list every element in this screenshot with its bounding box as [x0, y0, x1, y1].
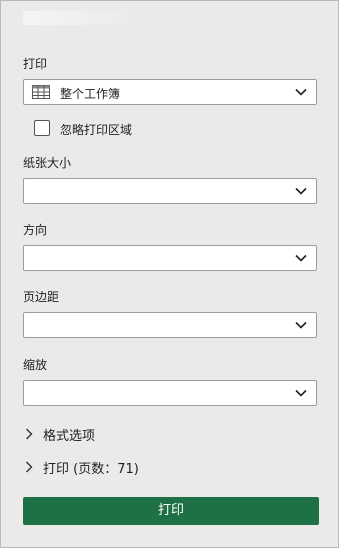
paper-size-dropdown[interactable]: [23, 178, 317, 204]
print-what-value: 整个工作簿: [60, 87, 121, 101]
table-grid-icon: [32, 85, 50, 99]
ignore-print-area-label: 忽略打印区域: [60, 123, 133, 137]
chevron-down-icon: [295, 321, 307, 329]
ignore-print-area-checkbox[interactable]: [34, 120, 50, 136]
chevron-down-icon: [295, 187, 307, 195]
orientation-label: 方向: [23, 223, 48, 237]
chevron-right-icon: [26, 461, 33, 473]
chevron-down-icon: [295, 88, 307, 96]
print-pages-label: 打印 (页数：71): [43, 462, 139, 477]
paper-size-label: 纸张大小: [23, 156, 72, 170]
print-section-label: 打印: [23, 57, 48, 71]
faded-header: [23, 11, 143, 25]
chevron-down-icon: [295, 389, 307, 397]
print-panel: 打印 整个工作簿 忽略打印区域 纸张大小 方向 页边距 缩放 格式选项 打印 (…: [0, 0, 339, 548]
orientation-dropdown[interactable]: [23, 245, 317, 271]
margins-label: 页边距: [23, 290, 60, 304]
chevron-down-icon: [295, 254, 307, 262]
margins-dropdown[interactable]: [23, 312, 317, 338]
print-button[interactable]: 打印: [23, 497, 319, 525]
print-what-dropdown[interactable]: 整个工作簿: [23, 79, 317, 105]
chevron-right-icon: [26, 428, 33, 440]
scaling-dropdown[interactable]: [23, 380, 317, 406]
format-options-label: 格式选项: [43, 429, 96, 444]
scaling-label: 缩放: [23, 358, 48, 372]
